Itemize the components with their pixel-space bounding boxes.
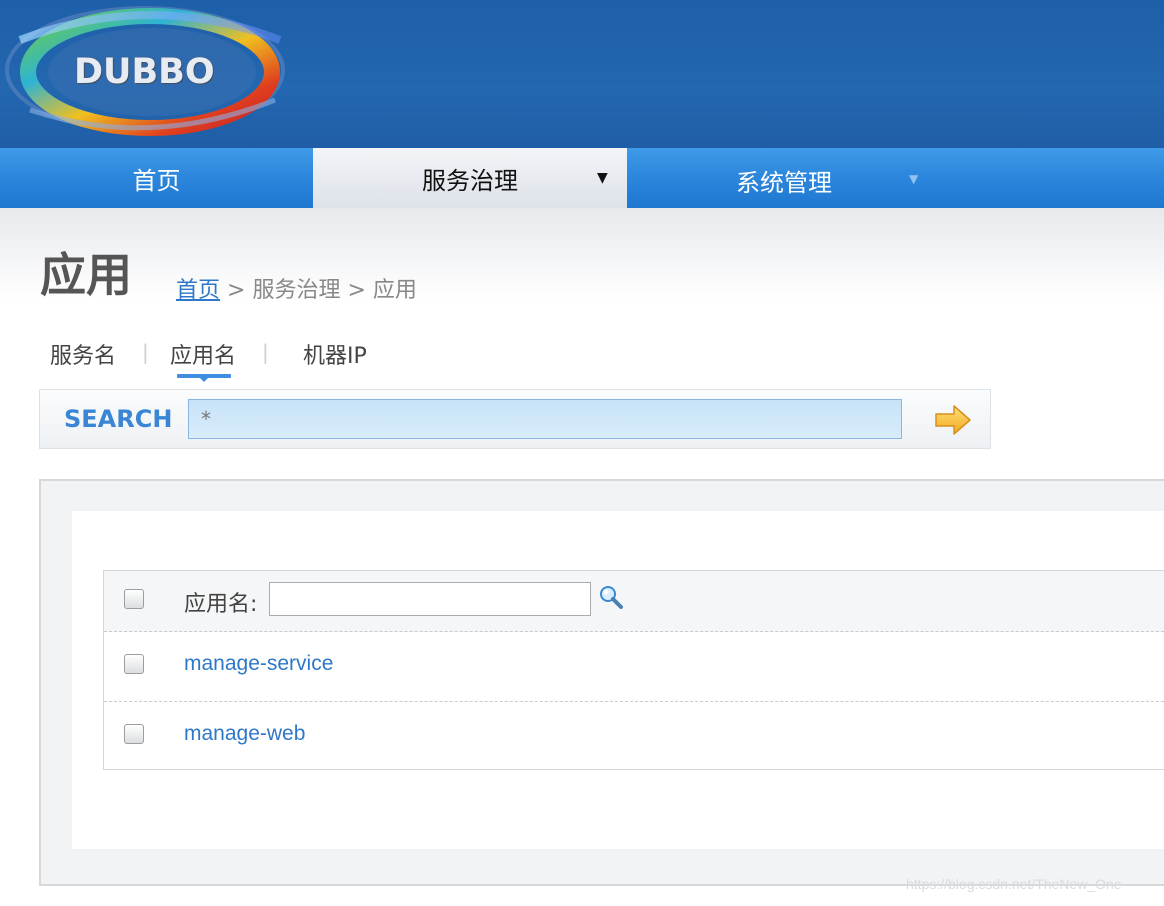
select-all-checkbox[interactable] [124,589,144,609]
search-label: SEARCH [64,405,173,433]
breadcrumb: 首页 > 服务治理 > 应用 [176,272,417,304]
app-name-link[interactable]: manage-web [184,722,305,746]
tab-divider: | [142,340,149,364]
breadcrumb-home-link[interactable]: 首页 [176,278,220,303]
breadcrumb-current: 应用 [372,278,417,303]
watermark: https://blog.csdn.net/TheNew_One [906,876,1122,892]
tab-application-name[interactable]: 应用名 [170,338,236,370]
nav-item-label: 服务治理 [422,166,518,195]
table-header-row: 应用名: [104,571,1164,632]
breadcrumb-separator: > [227,278,246,303]
application-table: 应用名: manage-service manage-web [103,570,1164,770]
tab-machine-ip[interactable]: 机器IP [303,338,367,370]
results-panel-body: 应用名: manage-service manage-web [72,511,1164,849]
results-panel: 应用名: manage-service manage-web [39,479,1164,886]
tab-divider: | [262,340,269,364]
caret-down-icon[interactable]: ▼ [597,170,608,186]
table-row: manage-web [104,701,1164,771]
logo-text: DUBBO [74,52,215,92]
dubbo-logo[interactable]: DUBBO [0,0,300,148]
header-banner: DUBBO [0,0,1164,148]
nav-item-label: 系统管理 [736,168,832,197]
column-header-app-name: 应用名: [184,592,258,617]
nav-item-home[interactable]: 首页 [0,148,313,208]
row-checkbox[interactable] [124,724,144,744]
nav-item-system-management[interactable]: 系统管理 ▼ [627,150,941,210]
search-icon[interactable] [598,584,624,610]
caret-down-icon[interactable]: ▼ [909,172,918,186]
app-name-filter-input[interactable] [269,582,591,616]
arrow-right-icon[interactable] [932,402,974,438]
search-input[interactable] [188,399,902,439]
search-bar: SEARCH [39,389,991,449]
app-name-link[interactable]: manage-service [184,652,333,676]
main-nav: 首页 服务治理 ▼ 系统管理 ▼ [0,148,1164,209]
subheader-band [0,208,1164,300]
nav-item-label: 首页 [132,166,181,195]
row-checkbox[interactable] [124,654,144,674]
tab-service-name[interactable]: 服务名 [50,338,116,370]
breadcrumb-section: 服务治理 [252,278,341,303]
nav-item-service-governance[interactable]: 服务治理 ▼ [313,148,627,208]
table-row: manage-service [104,631,1164,702]
active-tab-indicator [177,374,231,382]
page-title: 应用 [40,248,132,302]
breadcrumb-separator: > [347,278,366,303]
